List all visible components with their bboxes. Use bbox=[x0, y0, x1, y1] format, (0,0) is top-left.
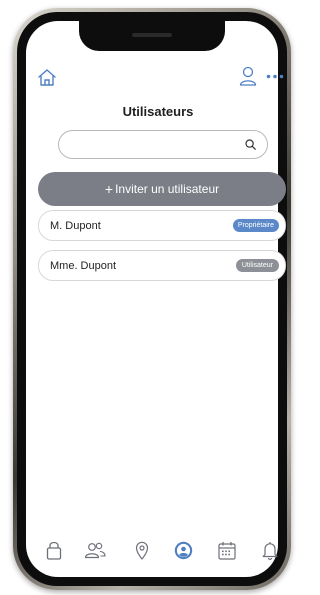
invite-button-label: Inviter un utilisateur bbox=[115, 182, 220, 196]
list-item-user[interactable]: M. Dupont Propriétaire bbox=[38, 210, 286, 241]
search-icon[interactable] bbox=[245, 139, 256, 150]
role-badge-owner: Propriétaire bbox=[232, 219, 279, 232]
bell-icon[interactable] bbox=[262, 541, 278, 560]
page-title: Utilisateurs bbox=[122, 104, 194, 119]
phone-notch bbox=[79, 21, 225, 51]
user-name: M. Dupont bbox=[50, 220, 101, 232]
home-icon[interactable] bbox=[37, 68, 57, 86]
list-item-user[interactable]: Mme. Dupont Utilisateur bbox=[38, 250, 286, 281]
location-pin-icon[interactable] bbox=[135, 541, 149, 560]
more-icon[interactable] bbox=[266, 74, 284, 79]
lock-icon[interactable] bbox=[46, 540, 62, 560]
phone-frame bbox=[13, 8, 291, 590]
search-bar[interactable] bbox=[58, 130, 268, 159]
user-icon[interactable] bbox=[239, 66, 257, 86]
calendar-icon[interactable] bbox=[218, 541, 236, 560]
phone-bezel bbox=[17, 12, 287, 586]
invite-user-button[interactable]: + Inviter un utilisateur bbox=[38, 172, 286, 206]
plus-icon: + bbox=[104, 181, 114, 197]
search-input[interactable] bbox=[71, 136, 235, 154]
user-name: Mme. Dupont bbox=[50, 260, 117, 272]
role-badge-user: Utilisateur bbox=[235, 259, 279, 272]
users-icon[interactable] bbox=[84, 542, 106, 559]
speaker-grille bbox=[132, 33, 172, 37]
account-circle-icon[interactable] bbox=[174, 541, 193, 560]
